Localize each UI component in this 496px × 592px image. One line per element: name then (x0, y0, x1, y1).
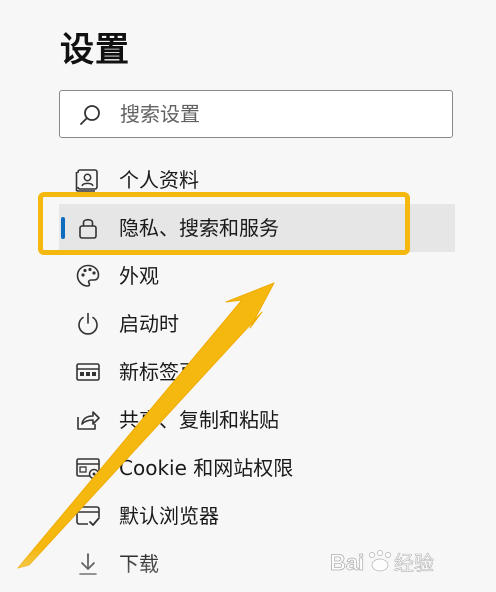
lock-icon (79, 218, 97, 239)
default-browser-icon (76, 506, 100, 526)
palette-icon (76, 264, 100, 287)
search-input[interactable] (120, 91, 440, 137)
sidebar-item-label: 共享、复制和粘贴 (119, 408, 279, 432)
new-tab-icon (76, 363, 100, 381)
sidebar-item-startup[interactable]: 启动时 (59, 300, 455, 348)
sidebar-item-cookies[interactable]: Cookie 和网站权限 (59, 444, 455, 492)
sidebar-item-share[interactable]: 共享、复制和粘贴 (59, 396, 455, 444)
settings-nav: 个人资料 隐私、搜索和服务 外观 启动时 新标签页 共享、复制和粘贴 Cooki… (59, 156, 455, 588)
search-icon (80, 105, 100, 125)
sidebar-item-label: Cookie 和网站权限 (119, 456, 294, 480)
site-permissions-icon (76, 458, 100, 480)
sidebar-item-privacy[interactable]: 隐私、搜索和服务 (59, 204, 455, 252)
sidebar-item-label: 启动时 (119, 312, 179, 336)
power-icon (78, 312, 98, 335)
sidebar-item-label: 隐私、搜索和服务 (119, 216, 279, 240)
profile-icon (75, 169, 98, 192)
sidebar-item-label: 外观 (119, 264, 159, 288)
sidebar-item-default-browser[interactable]: 默认浏览器 (59, 492, 455, 540)
sidebar-item-label: 下载 (119, 552, 159, 576)
sidebar-item-downloads[interactable]: 下载 (59, 540, 455, 588)
download-icon (79, 553, 97, 575)
sidebar-item-new-tab[interactable]: 新标签页 (59, 348, 455, 396)
sidebar-item-profile[interactable]: 个人资料 (59, 156, 455, 204)
sidebar-item-label: 默认浏览器 (119, 504, 219, 528)
search-box[interactable] (59, 90, 453, 138)
sidebar-item-label: 新标签页 (119, 360, 199, 384)
sidebar-item-label: 个人资料 (119, 168, 199, 192)
sidebar-item-appearance[interactable]: 外观 (59, 252, 455, 300)
share-icon (77, 411, 100, 430)
page-title: 设置 (60, 30, 130, 70)
